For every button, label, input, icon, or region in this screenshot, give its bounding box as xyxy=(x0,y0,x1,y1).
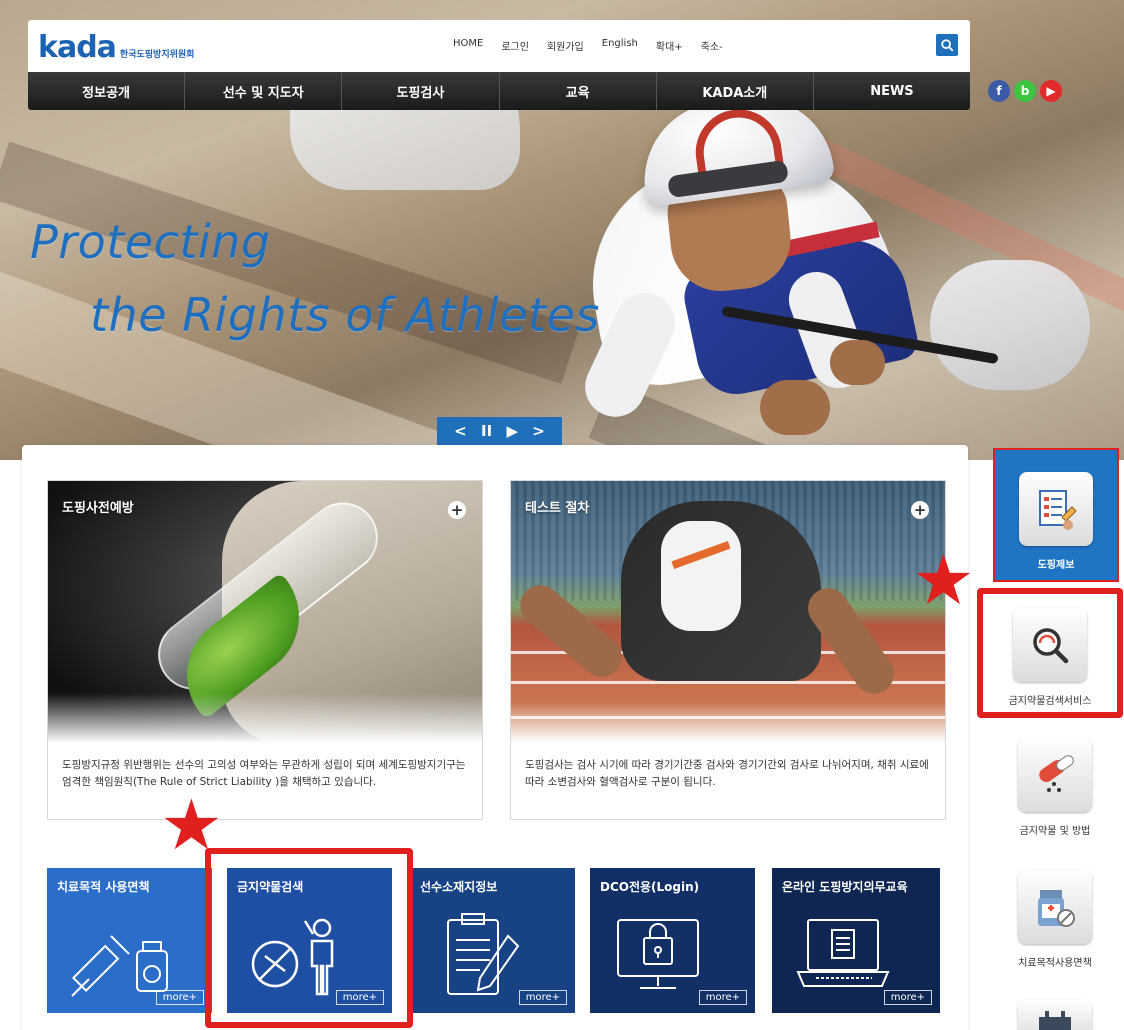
search-icon xyxy=(941,39,954,52)
slider-controls: < II ▶ > xyxy=(437,417,562,445)
pills-icon xyxy=(1018,738,1092,812)
side-item-doping-report[interactable]: 도핑제보 xyxy=(993,448,1119,582)
tile-title: DCO전용(Login) xyxy=(600,880,700,894)
side-item-tue[interactable]: 치료목적사용면책 xyxy=(990,870,1120,969)
background-cyclist xyxy=(930,260,1090,390)
tile-online-education[interactable]: 온라인 도핑방지의무교육 more+ xyxy=(772,868,940,1013)
tile-tue[interactable]: 치료목적 사용면책 more+ xyxy=(47,868,212,1013)
logo-wordmark: kada xyxy=(38,30,117,65)
blog-icon[interactable]: b xyxy=(1014,80,1036,102)
nav-item-athletes[interactable]: 선수 및 지도자 xyxy=(185,72,343,110)
nav-item-about[interactable]: KADA소개 xyxy=(657,72,814,110)
card-title: 테스트 절차 xyxy=(525,501,590,516)
cyclist-hand xyxy=(760,380,830,435)
laptop-icon xyxy=(796,919,890,987)
more-button[interactable]: more+ xyxy=(698,990,747,1005)
youtube-icon[interactable]: ▶ xyxy=(1040,80,1062,102)
lock-monitor-icon xyxy=(617,919,699,989)
more-button[interactable]: more+ xyxy=(155,990,204,1005)
nav-item-disclosure[interactable]: 정보공개 xyxy=(28,72,186,110)
star-marker-icon: ★ xyxy=(912,539,975,621)
slider-play-button[interactable]: ▶ xyxy=(506,422,518,440)
slider-next-button[interactable]: > xyxy=(532,422,545,440)
hero-headline-line2: the Rights of Athletes xyxy=(90,288,600,342)
kada-logo[interactable]: kada 한국도핑방지위원회 xyxy=(38,30,194,65)
tile-title: 선수소재지정보 xyxy=(420,880,498,894)
side-item-label: 금지약물검색서비스 xyxy=(1008,696,1092,707)
plus-icon[interactable]: + xyxy=(911,501,929,519)
util-link-english[interactable]: English xyxy=(602,38,638,53)
clipboard-icon xyxy=(447,913,520,995)
card-image: 테스트 절차 + xyxy=(511,481,945,743)
card-description: 도핑방지규정 위반행위는 선수의 고의성 여부와는 무관하게 성립이 되며 세계… xyxy=(62,759,466,788)
cyclist-hand xyxy=(830,340,885,385)
medicine-bottle-icon xyxy=(1018,870,1092,944)
util-link-zoom-out[interactable]: 축소- xyxy=(701,38,723,53)
site-header: kada 한국도핑방지위원회 HOME 로그인 회원가입 English 확대+… xyxy=(28,20,970,72)
facebook-icon[interactable]: f xyxy=(988,80,1010,102)
tile-dco-login[interactable]: DCO전용(Login) more+ xyxy=(590,868,755,1013)
tile-prohibited-search[interactable]: 금지약물검색 more+ xyxy=(227,868,392,1013)
tile-title: 금지약물검색 xyxy=(237,880,304,894)
slider-prev-button[interactable]: < xyxy=(454,422,467,440)
util-link-login[interactable]: 로그인 xyxy=(501,38,529,53)
logo-subtitle: 한국도핑방지위원회 xyxy=(119,50,195,60)
utility-links: HOME 로그인 회원가입 English 확대+ 축소- xyxy=(453,38,723,53)
plus-icon[interactable]: + xyxy=(448,501,466,519)
hero-headline-line1: Protecting xyxy=(30,215,271,269)
report-icon xyxy=(1019,472,1093,546)
card-image: 도핑사전예방 + xyxy=(48,481,482,743)
card-test-procedure[interactable]: 테스트 절차 + 도핑검사는 검사 시기에 따라 경기기간중 검사와 경기기간외… xyxy=(510,480,946,820)
tile-title: 온라인 도핑방지의무교육 xyxy=(782,880,908,894)
card-title: 도핑사전예방 xyxy=(62,501,134,516)
card-description: 도핑검사는 검사 시기에 따라 경기기간중 검사와 경기기간외 검사로 나뉘어지… xyxy=(525,759,929,788)
image-fade xyxy=(511,703,945,743)
util-link-home[interactable]: HOME xyxy=(453,38,483,53)
more-button[interactable]: more+ xyxy=(883,990,932,1005)
side-item-calendar[interactable] xyxy=(990,1000,1120,1030)
nav-item-education[interactable]: 교육 xyxy=(500,72,657,110)
side-item-label: 치료목적사용면책 xyxy=(1018,958,1092,969)
more-button[interactable]: more+ xyxy=(518,990,567,1005)
util-link-signup[interactable]: 회원가입 xyxy=(547,38,584,53)
no-drug-icon xyxy=(251,918,334,996)
magnifier-icon xyxy=(1013,608,1087,682)
tile-title: 치료목적 사용면책 xyxy=(57,880,150,894)
runner-shorts xyxy=(661,521,741,631)
calendar-icon xyxy=(1018,1000,1092,1030)
nav-item-doping-control[interactable]: 도핑검사 xyxy=(342,72,500,110)
search-button[interactable] xyxy=(936,34,958,56)
social-links: f b ▶ xyxy=(988,80,1062,102)
side-item-prohibited-search-service[interactable]: 금지약물검색서비스 xyxy=(977,588,1123,718)
star-marker-icon: ★ xyxy=(160,784,223,866)
side-item-label: 금지약물 및 방법 xyxy=(1019,826,1091,837)
side-item-label: 도핑제보 xyxy=(1037,560,1075,571)
syringe-icon xyxy=(71,935,168,997)
more-button[interactable]: more+ xyxy=(335,990,384,1005)
slider-pause-button[interactable]: II xyxy=(481,422,492,440)
tile-whereabouts[interactable]: 선수소재지정보 more+ xyxy=(410,868,575,1013)
main-nav: 정보공개 선수 및 지도자 도핑검사 교육 KADA소개 NEWS xyxy=(28,72,970,110)
side-item-prohibited-methods[interactable]: 금지약물 및 방법 xyxy=(990,738,1120,837)
card-doping-prevention[interactable]: 도핑사전예방 + 도핑방지규정 위반행위는 선수의 고의성 여부와는 무관하게 … xyxy=(47,480,483,820)
image-fade xyxy=(48,693,482,743)
util-link-zoom-in[interactable]: 확대+ xyxy=(656,38,683,53)
nav-item-news[interactable]: NEWS xyxy=(814,72,970,110)
